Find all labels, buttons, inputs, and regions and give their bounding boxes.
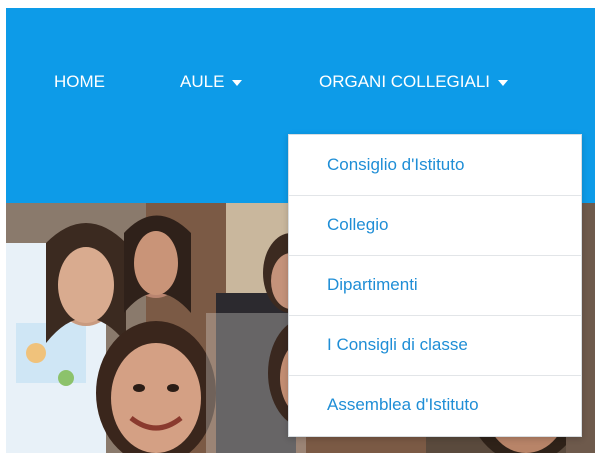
nav-item-aule[interactable]: AULE (180, 72, 243, 92)
nav-item-label: AULE (180, 72, 225, 91)
caret-down-icon (232, 79, 243, 86)
dropdown-item-assemblea-istituto[interactable]: Assemblea d'Istituto (289, 375, 581, 434)
dropdown-item-label: Dipartimenti (327, 275, 418, 294)
dropdown-item-consigli-di-classe[interactable]: I Consigli di classe (289, 315, 581, 374)
dropdown-item-dipartimenti[interactable]: Dipartimenti (289, 255, 581, 314)
nav-item-label: ORGANI COLLEGIALI (319, 72, 490, 91)
caret-down-icon (498, 79, 508, 86)
dropdown-item-consiglio-istituto[interactable]: Consiglio d'Istituto (289, 135, 581, 194)
nav-item-home[interactable]: HOME (54, 72, 105, 92)
dropdown-item-collegio[interactable]: Collegio (289, 195, 581, 254)
organi-collegiali-dropdown-menu: Consiglio d'Istituto Collegio Dipartimen… (288, 134, 582, 437)
dropdown-item-label: Collegio (327, 215, 389, 234)
dropdown-item-label: I Consigli di classe (327, 335, 468, 354)
dropdown-item-label: Assemblea d'Istituto (327, 395, 479, 414)
dropdown-item-label: Consiglio d'Istituto (327, 154, 465, 174)
nav-item-organi-collegiali[interactable]: ORGANI COLLEGIALI (319, 72, 508, 92)
page-frame: HOME AULE ORGANI COLLEGIALI Consiglio d'… (6, 8, 595, 453)
nav-item-label: HOME (54, 72, 105, 91)
